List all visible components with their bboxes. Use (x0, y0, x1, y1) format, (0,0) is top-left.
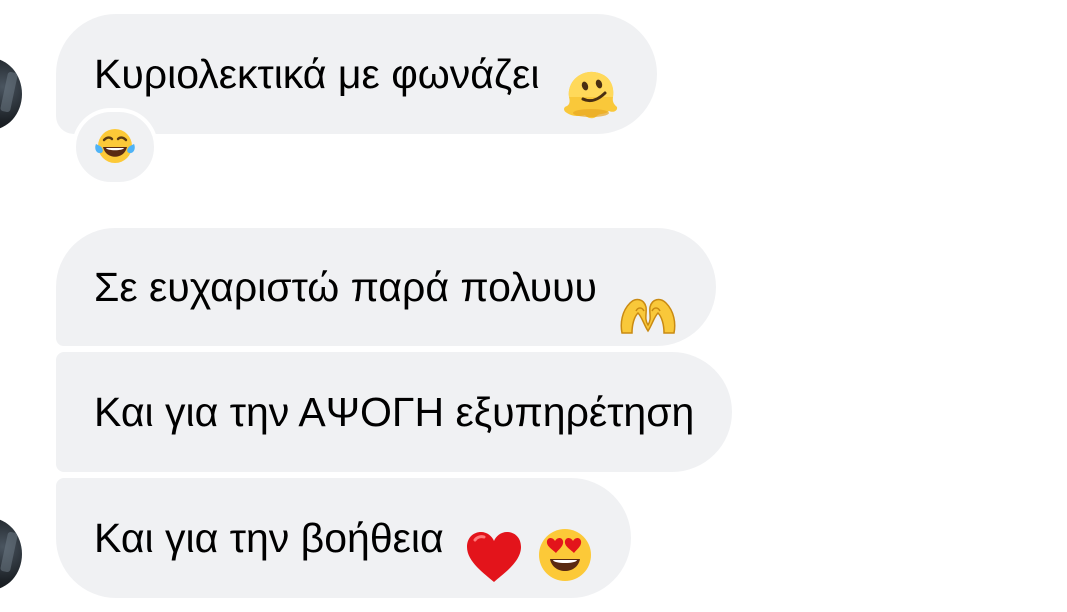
message-bubble[interactable]: Σε ευχαριστώ παρά πολυυυ (56, 228, 717, 346)
message-bubble[interactable]: Και για την ΑΨΟΓΗ εξυπηρέτηση (56, 352, 733, 472)
message-bubble[interactable]: Και για την βοήθεια (56, 478, 632, 598)
message-text: Κυριολεκτικά με φωνάζει (94, 51, 540, 97)
melting-face-icon (561, 47, 619, 119)
message-bubble[interactable]: Κυριολεκτικά με φωνάζει (56, 14, 657, 134)
chat-thread: Κυριολεκτικά με φωνάζει Σε ευχαριστώ παρ… (0, 0, 1067, 612)
face-with-tears-of-joy-icon (95, 129, 135, 163)
heart-hands-icon (618, 264, 678, 334)
red-heart-icon (465, 510, 523, 583)
sender-avatar[interactable] (0, 518, 22, 590)
message-text: Και για την βοήθεια (94, 515, 444, 561)
sender-avatar[interactable] (0, 58, 22, 130)
message-text: Και για την ΑΨΟΓΗ εξυπηρέτηση (94, 389, 695, 435)
message-reaction[interactable] (72, 108, 158, 186)
message-text: Σε ευχαριστώ παρά πολυυυ (94, 264, 597, 310)
smiling-face-with-heart-eyes-icon (537, 509, 593, 582)
